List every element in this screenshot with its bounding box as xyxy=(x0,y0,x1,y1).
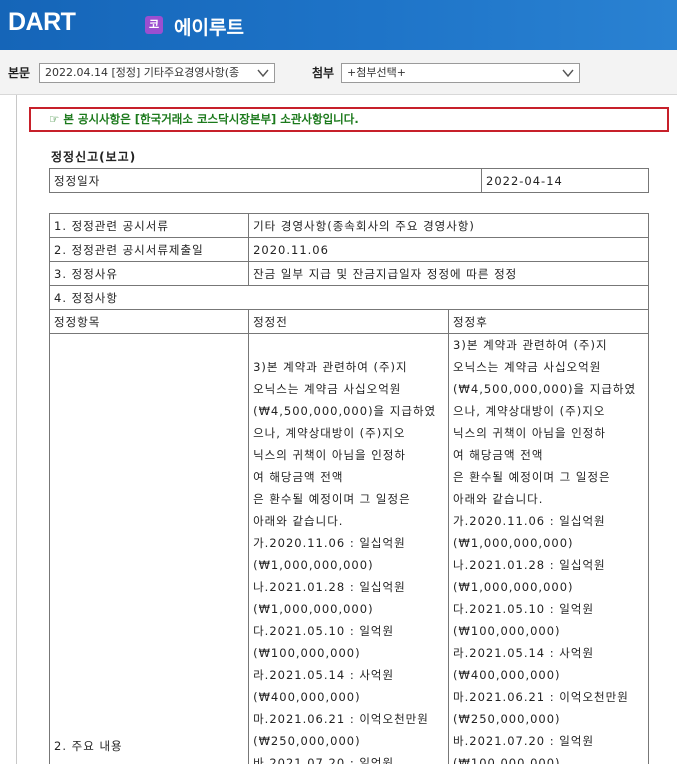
after-line: (₩4,500,000,000)을 지급하였 xyxy=(453,382,637,396)
chevron-down-icon xyxy=(257,69,269,78)
before-line: 으나, 계약상대방이 (주)지오 xyxy=(253,426,406,440)
notice-text: 본 공시사항은 [한국거래소 코스닥시장본부] 소관사항입니다. xyxy=(63,112,359,126)
before-line: (₩1,000,000,000) xyxy=(253,602,374,616)
after-line: (₩1,000,000,000) xyxy=(453,580,574,594)
main-select-value: 2022.04.14 [정정] 기타주요경영사항(종 xyxy=(45,66,240,79)
section-4-heading: 4. 정정사항 xyxy=(49,285,649,310)
before-line: 아래와 같습니다. xyxy=(253,514,344,528)
before-content: 3)본 계약과 관련하여 (주)지 오닉스는 계약금 사십오억원 (₩4,500… xyxy=(248,333,450,764)
column-header-after: 정정후 xyxy=(448,309,649,334)
after-line: 닉스의 귀책이 아님을 인정하 xyxy=(453,426,606,440)
after-line: 다.2021.05.10 : 일억원 xyxy=(453,602,595,616)
before-line: (₩1,000,000,000) xyxy=(253,558,374,572)
after-line: (₩250,000,000) xyxy=(453,712,561,726)
correction-date-table: 정정일자 2022-04-14 xyxy=(49,168,649,193)
before-line: (₩400,000,000) xyxy=(253,690,361,704)
before-line: 3)본 계약과 관련하여 (주)지 xyxy=(253,360,408,374)
before-line: 마.2021.06.21 : 이억오천만원 xyxy=(253,712,429,726)
info-label: 3. 정정사유 xyxy=(48,261,250,286)
before-line: (₩4,500,000,000)을 지급하였 xyxy=(253,404,437,418)
after-line: 으나, 계약상대방이 (주)지오 xyxy=(453,404,606,418)
after-line: 바.2021.07.20 : 일억원 xyxy=(453,734,595,748)
before-line: 오닉스는 계약금 사십오억원 xyxy=(253,382,402,396)
before-line: (₩100,000,000) xyxy=(253,646,361,660)
correction-item-label: 2. 주요 내용 xyxy=(54,739,123,753)
after-line: 가.2020.11.06 : 일십억원 xyxy=(453,514,606,528)
after-line: 마.2021.06.21 : 이억오천만원 xyxy=(453,690,629,704)
after-line: 오닉스는 계약금 사십오억원 xyxy=(453,360,602,374)
after-line: (₩400,000,000) xyxy=(453,668,561,682)
before-line: 닉스의 귀책이 아님을 인정하 xyxy=(253,448,407,462)
after-line: (₩100,000,000) xyxy=(453,756,561,764)
document-frame[interactable]: ☞ 본 공시사항은 [한국거래소 코스닥시장본부] 소관사항입니다. 정정신고(보… xyxy=(16,95,677,764)
pointing-hand-icon: ☞ xyxy=(49,112,60,126)
attachment-select[interactable]: +첨부선택+ xyxy=(341,63,580,83)
after-line: 라.2021.05.14 : 사억원 xyxy=(453,646,595,660)
after-line: 여 해당금액 전액 xyxy=(453,448,544,462)
info-value: 2020.11.06 xyxy=(248,237,649,262)
before-line: 가.2020.11.06 : 일십억원 xyxy=(253,536,406,550)
company-type-icon: 코 xyxy=(145,16,163,34)
before-line: 바.2021.07.20 : 일억원 xyxy=(253,756,395,764)
company-name: 에이루트 xyxy=(174,17,244,39)
info-label: 1. 정정관련 공시서류 xyxy=(48,213,250,238)
info-value: 잔금 일부 지급 및 잔금지급일자 정정에 따른 정정 xyxy=(248,261,649,286)
correction-detail-table: 1. 정정관련 공시서류 기타 경영사항(종속회사의 주요 경영사항) 2. 정… xyxy=(48,213,649,764)
before-line: 라.2021.05.14 : 사억원 xyxy=(253,668,395,682)
attach-label: 첨부 xyxy=(312,66,335,80)
main-document-select[interactable]: 2022.04.14 [정정] 기타주요경영사항(종 xyxy=(39,63,275,83)
info-value: 기타 경영사항(종속회사의 주요 경영사항) xyxy=(248,213,649,238)
column-header-before: 정정전 xyxy=(248,309,450,334)
before-line: 나.2021.01.28 : 일십억원 xyxy=(253,580,406,594)
column-header-item: 정정항목 xyxy=(48,309,250,334)
notice-banner: ☞ 본 공시사항은 [한국거래소 코스닥시장본부] 소관사항입니다. xyxy=(29,107,669,132)
after-content: 3)본 계약과 관련하여 (주)지 오닉스는 계약금 사십오억원 (₩4,500… xyxy=(448,333,649,764)
correction-item-cell: 2. 주요 내용 xyxy=(48,333,250,764)
after-line: 은 환수될 예정이며 그 일정은 xyxy=(453,470,611,484)
toolbar: 본문 2022.04.14 [정정] 기타주요경영사항(종 첨부 +첨부선택+ xyxy=(0,50,677,95)
info-label: 2. 정정관련 공시서류제출일 xyxy=(48,237,250,262)
dart-logo[interactable]: DART xyxy=(8,8,76,37)
correction-date-label: 정정일자 xyxy=(49,168,482,193)
attach-select-value: +첨부선택+ xyxy=(347,66,406,79)
chevron-down-icon xyxy=(562,69,574,78)
logo-text: DART xyxy=(8,8,76,36)
before-line: 은 환수될 예정이며 그 일정은 xyxy=(253,492,411,506)
after-line: (₩100,000,000) xyxy=(453,624,561,638)
after-line: (₩1,000,000,000) xyxy=(453,536,574,550)
before-line: 여 해당금액 전액 xyxy=(253,470,344,484)
document-title: 정정신고(보고) xyxy=(51,150,137,164)
after-line: 3)본 계약과 관련하여 (주)지 xyxy=(453,338,608,352)
after-line: 나.2021.01.28 : 일십억원 xyxy=(453,558,606,572)
before-line: 다.2021.05.10 : 일억원 xyxy=(253,624,395,638)
correction-date-value: 2022-04-14 xyxy=(481,168,649,193)
main-label: 본문 xyxy=(8,66,31,80)
after-line: 아래와 같습니다. xyxy=(453,492,544,506)
app-header: DART 코 에이루트 xyxy=(0,0,677,50)
before-line: (₩250,000,000) xyxy=(253,734,361,748)
